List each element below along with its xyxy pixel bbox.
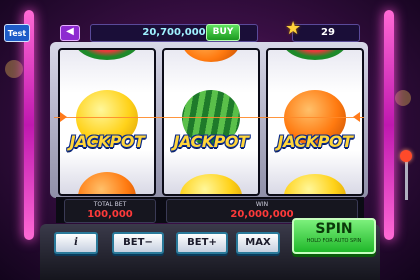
test-button[interactable]: Test [4,24,30,42]
lemon-icon [180,174,242,194]
background-light [5,60,23,78]
watermelon-icon [74,50,140,60]
reel-cabinet: JACKPOT JACKPOT JACKPOT [50,42,368,198]
payline-arrow-right-icon [353,112,360,122]
level-display: ★ 29 [285,20,360,42]
spin-sublabel: HOLD FOR AUTO SPIN [306,238,362,244]
bet-minus-button[interactable]: BET− [112,232,164,254]
neon-frame-right [384,10,394,240]
reel-1: JACKPOT [58,48,156,196]
reel-3: JACKPOT [266,48,364,196]
info-button[interactable]: i [54,232,98,254]
spin-button[interactable]: SPIN HOLD FOR AUTO SPIN [292,218,376,254]
orange-icon [78,172,136,194]
neon-frame-left [24,10,34,240]
payline-arrow-left-icon [60,112,67,122]
watermelon-icon [282,50,348,60]
jackpot-symbol: JACKPOT [173,132,249,151]
total-bet-panel: TOTAL BET 100,000 [64,199,156,223]
bet-plus-button[interactable]: BET+ [176,232,228,254]
star-icon: ★ [285,18,302,39]
orange-icon [182,50,240,62]
spin-label: SPIN [315,221,353,237]
total-bet-value: 100,000 [87,209,133,220]
jackpot-symbol: JACKPOT [277,132,353,151]
win-label: WIN [255,201,269,208]
level-value: 29 [321,27,335,38]
lever-handle[interactable] [400,150,412,162]
control-deck: i BET− BET+ MAX SPIN HOLD FOR AUTO SPIN [40,218,380,280]
jackpot-symbol: JACKPOT [69,132,145,151]
left-arrow-icon[interactable]: ◀ [60,25,80,41]
top-bar: ◀ 20,700,000 BUY ★ 29 [54,20,366,44]
lemon-icon [284,174,346,194]
max-bet-button[interactable]: MAX [236,232,280,254]
buy-button[interactable]: BUY [206,24,240,41]
reel-2: JACKPOT [162,48,260,196]
lever-stick [405,160,408,200]
payline [54,117,364,118]
background-light [395,90,411,106]
total-bet-label: TOTAL BET [93,201,127,208]
